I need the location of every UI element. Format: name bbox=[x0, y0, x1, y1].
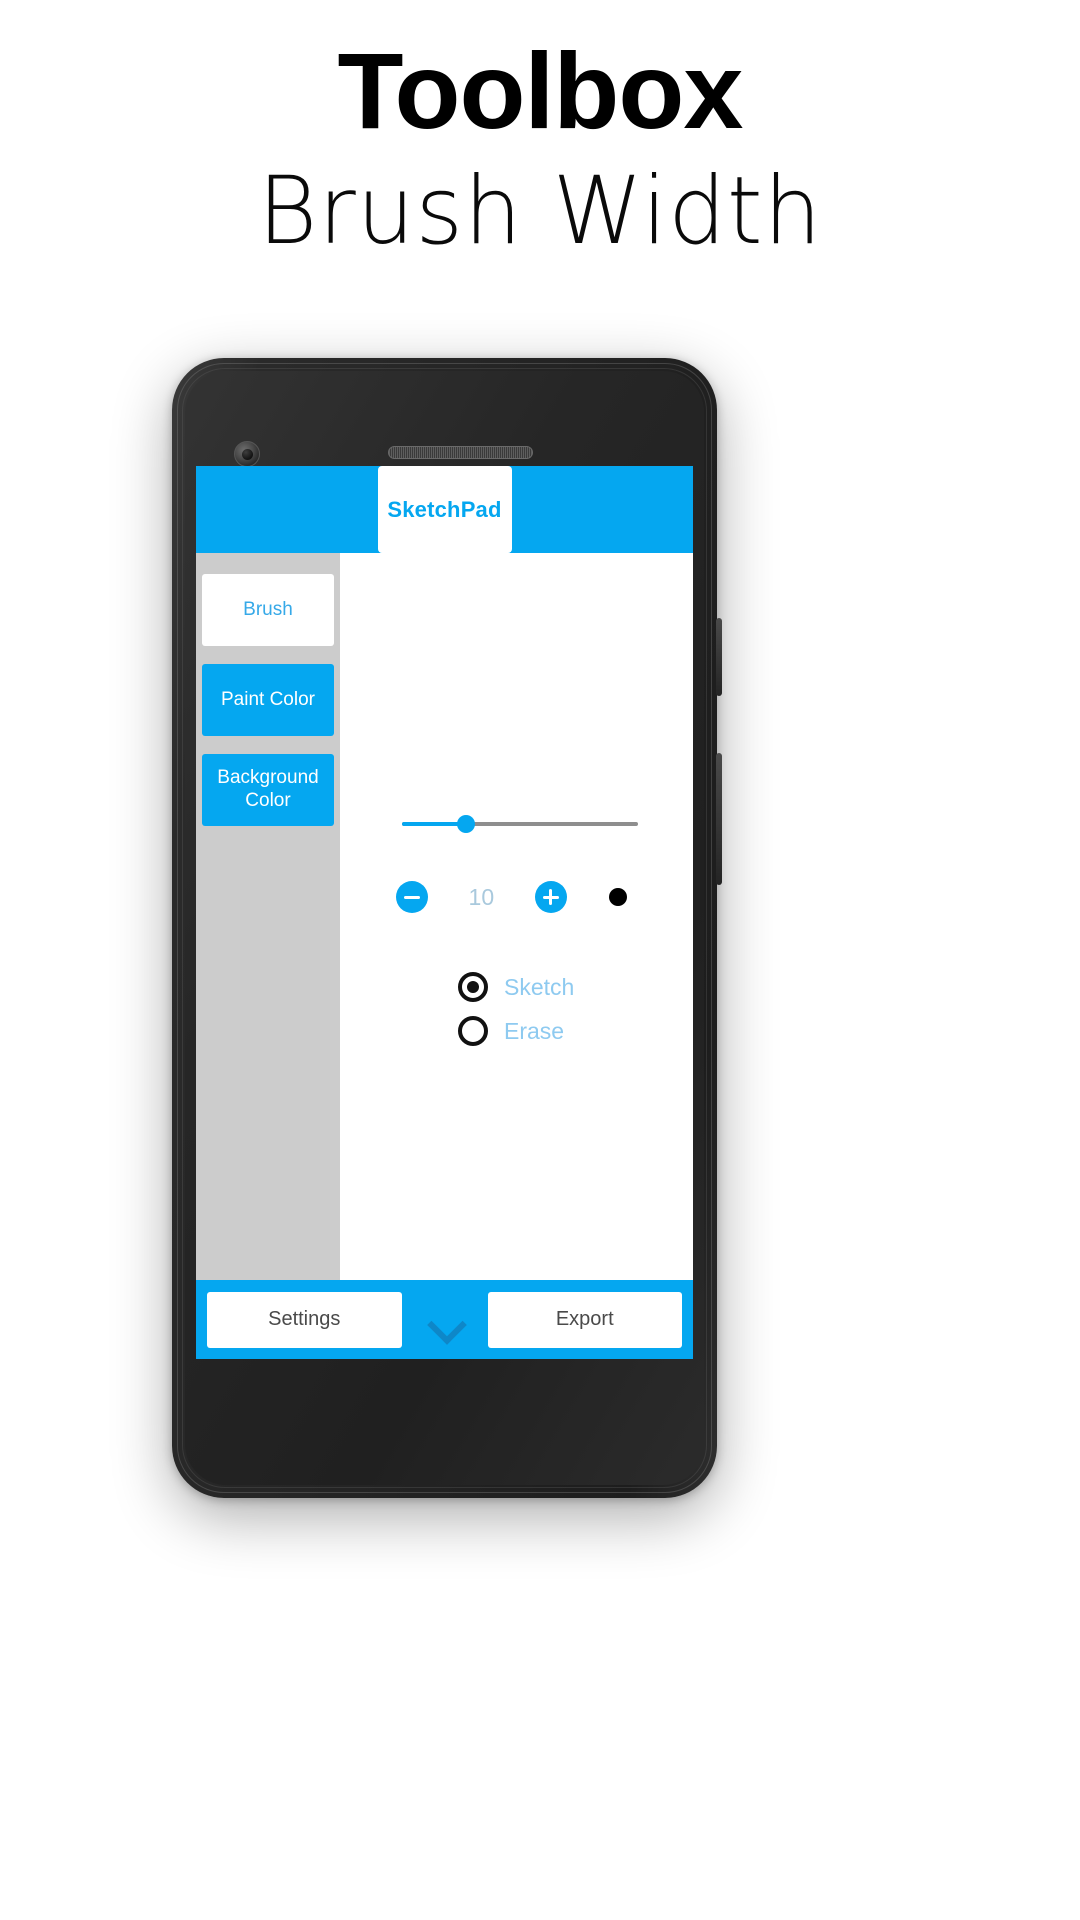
sidebar-item-paint-color[interactable]: Paint Color bbox=[202, 664, 334, 736]
radio-option-erase[interactable]: Erase bbox=[458, 1016, 574, 1046]
radio-erase-icon[interactable] bbox=[458, 1016, 488, 1046]
app-body: Brush Paint Color Background Color 10 Sk… bbox=[196, 553, 693, 1280]
sidebar-item-brush[interactable]: Brush bbox=[202, 574, 334, 646]
brush-dot bbox=[608, 888, 627, 906]
app-title[interactable]: SketchPad bbox=[377, 466, 512, 553]
page-subtitle: Brush Width bbox=[257, 157, 823, 267]
plus-icon[interactable] bbox=[534, 881, 567, 913]
radio-sketch-label: Sketch bbox=[504, 973, 575, 1000]
promo-heading: Toolbox Brush Width bbox=[0, 0, 1080, 271]
brush-width-slider[interactable] bbox=[402, 814, 638, 834]
brush-dot-preview bbox=[600, 881, 636, 913]
sidebar-item-background-color[interactable]: Background Color bbox=[202, 754, 334, 826]
sidebar: Brush Paint Color Background Color bbox=[196, 553, 340, 1280]
radio-option-sketch[interactable]: Sketch bbox=[458, 972, 574, 1002]
export-button[interactable]: Export bbox=[487, 1291, 682, 1348]
speaker-grille-icon bbox=[388, 446, 533, 459]
settings-button[interactable]: Settings bbox=[207, 1291, 402, 1348]
brush-width-value: 10 bbox=[468, 883, 495, 910]
chevron-glyph bbox=[430, 1305, 460, 1335]
slider-thumb[interactable] bbox=[456, 815, 475, 833]
phone-mockup: SketchPad Brush Paint Color Background C… bbox=[172, 358, 722, 1498]
mode-radio-group: Sketch Erase bbox=[458, 972, 574, 1046]
page-title: Toolbox bbox=[337, 30, 744, 151]
radio-erase-label: Erase bbox=[504, 1017, 565, 1044]
brush-width-stepper: 10 bbox=[396, 881, 636, 913]
power-button[interactable] bbox=[716, 618, 722, 696]
radio-sketch-icon[interactable] bbox=[458, 972, 488, 1002]
minus-icon[interactable] bbox=[396, 881, 428, 913]
phone-screen: SketchPad Brush Paint Color Background C… bbox=[196, 466, 693, 1359]
volume-button[interactable] bbox=[716, 753, 722, 885]
bottom-bar: Settings Export bbox=[196, 1280, 693, 1359]
chevron-down-icon[interactable] bbox=[402, 1292, 488, 1348]
camera-icon bbox=[234, 441, 260, 467]
app-header: SketchPad bbox=[196, 466, 693, 553]
brush-settings-panel: 10 Sketch Erase bbox=[340, 553, 693, 1280]
